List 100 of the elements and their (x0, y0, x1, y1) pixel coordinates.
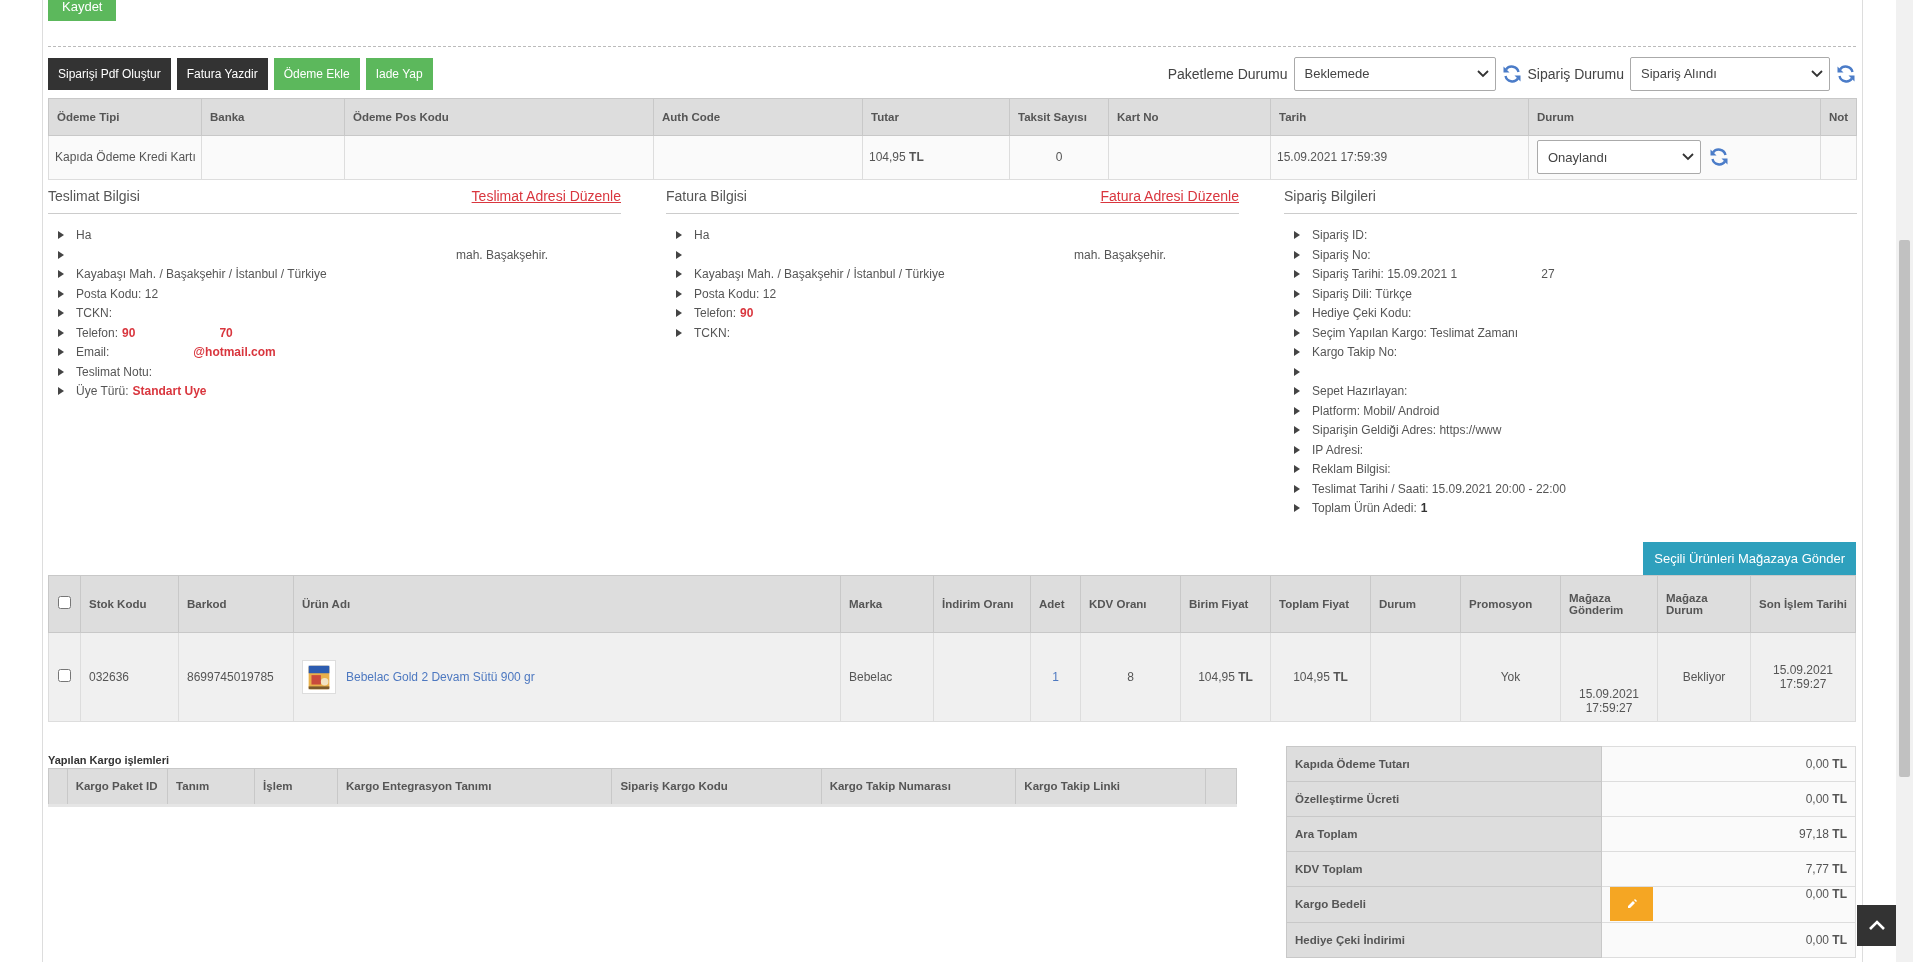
action-button[interactable]: Iade Yap (365, 57, 433, 90)
column-header: Banka (201, 98, 345, 135)
send-to-store-button[interactable]: Seçili Ürünleri Mağazaya Gönder (1643, 541, 1856, 575)
info-value: 1 (1420, 501, 1428, 516)
column-header: Auth Code (653, 98, 863, 135)
column-header: Taksit Sayısı (1009, 98, 1109, 135)
status-dropdown[interactable]: Onaylandı (1537, 140, 1701, 174)
info-value: 70 (219, 325, 233, 340)
info-text: IP Adresi: (1312, 442, 1364, 457)
scrollbar[interactable] (1896, 0, 1913, 962)
column-header: Son İşlem Tarihi (1750, 575, 1856, 632)
info-text: Posta Kodu: 12 (694, 286, 777, 301)
column-header: Durum (1370, 575, 1461, 632)
info-text: TCKN: (76, 306, 112, 321)
refresh-icon[interactable] (1836, 63, 1856, 84)
table-cell: Bekliyor (1657, 632, 1751, 721)
caret-icon (1294, 309, 1300, 318)
action-button[interactable]: Fatura Yazdir (176, 57, 268, 90)
caret-icon (58, 348, 64, 357)
caret-icon (58, 270, 64, 279)
info-text: Hediye Çeki Kodu: (1312, 306, 1412, 321)
column-header: Ürün Adı (293, 575, 841, 632)
table-cell: 0 (1009, 135, 1109, 179)
info-text: Sipariş ID: (1312, 228, 1368, 243)
info-text: Sepet Hazırlayan: (1312, 384, 1408, 399)
summary-value: 7,77 TL (1805, 861, 1847, 876)
chevron-down-icon (1476, 69, 1489, 78)
info-text: Toplam Ürün Adedi: (1312, 501, 1417, 516)
field-label: Paketleme Durumu (1167, 65, 1288, 82)
section-title: Sipariş Bilgileri (1284, 188, 1376, 204)
summary-value: 0,00 TL (1805, 932, 1847, 947)
chevron-down-icon (1682, 153, 1694, 161)
summary-value: 97,18 TL (1798, 826, 1847, 841)
info-text: Sipariş Tarihi: 15.09.2021 1 (1312, 267, 1458, 282)
caret-icon (676, 270, 682, 279)
save-button[interactable]: Kaydet (48, 0, 117, 21)
table-cell: 8 (1080, 632, 1181, 721)
info-text: Posta Kodu: 12 (76, 286, 159, 301)
quantity-link[interactable]: 1 (1052, 669, 1059, 684)
pencil-icon (1626, 899, 1637, 909)
caret-icon (1294, 504, 1300, 513)
section-title: Teslimat Bilgisi (48, 188, 140, 204)
section-title: Yapılan Kargo işlemleri (48, 753, 171, 766)
checkbox[interactable] (58, 668, 71, 682)
caret-icon (1294, 328, 1300, 337)
column-header: Kargo Takip Numarası (821, 768, 1016, 805)
caret-icon (1294, 348, 1300, 357)
column-header: Mağaza Gönderim (1560, 575, 1658, 632)
info-text: Ha (694, 228, 710, 243)
caret-icon (676, 309, 682, 318)
refresh-icon[interactable] (1501, 63, 1522, 84)
summary-label: Özelleştirme Ücreti (1286, 781, 1602, 816)
table-cell: 15.09.2021 17:59:39 (1270, 135, 1529, 179)
section-title: Fatura Bilgisi (666, 188, 747, 204)
caret-icon (1294, 406, 1300, 415)
table-cell: Yok (1460, 632, 1561, 721)
info-text: Kargo Takip No: (1312, 345, 1398, 360)
summary-label: Kapıda Ödeme Tutarı (1286, 746, 1602, 781)
column-header: Toplam Fiyat (1270, 575, 1371, 632)
info-value: @hotmail.com (193, 345, 276, 360)
column-header: Barkod (178, 575, 294, 632)
caret-icon (1294, 270, 1300, 279)
refresh-icon[interactable] (1709, 147, 1729, 167)
caret-icon (1294, 289, 1300, 298)
edit-address-link[interactable]: Teslimat Adresi Düzenle (471, 188, 621, 204)
column-header: İşlem (254, 768, 338, 805)
column-header: Not (1820, 98, 1857, 135)
caret-icon (1294, 484, 1300, 493)
table-cell: 15.09.2021 17:59:27 (1750, 632, 1856, 721)
chevron-up-icon (1867, 920, 1886, 931)
action-button[interactable]: Ödeme Ekle (273, 57, 360, 90)
caret-icon (58, 387, 64, 396)
scroll-to-top-button[interactable] (1857, 905, 1896, 946)
caret-icon (58, 328, 64, 337)
edit-address-link[interactable]: Fatura Adresi Düzenle (1100, 188, 1239, 204)
caret-icon (58, 289, 64, 298)
table-cell: 15.09.2021 17:59:27 (1560, 632, 1658, 721)
status-dropdown[interactable]: Beklemede (1293, 56, 1496, 91)
column-header: Tanım (167, 768, 255, 805)
column-header: İndirim Oranı (933, 575, 1031, 632)
column-header: Ödeme Tipi (48, 98, 202, 135)
info-text: Reklam Bilgisi: (1312, 462, 1391, 477)
info-text: Teslimat Notu: (76, 364, 153, 379)
table-cell: 104,95 TL (1270, 632, 1371, 721)
caret-icon (1294, 367, 1300, 376)
column-header: Kart No (1108, 98, 1271, 135)
info-text: Seçim Yapılan Kargo: Teslimat Zamanı (1312, 325, 1519, 340)
chevron-down-icon (1811, 69, 1823, 78)
info-text: Siparişin Geldiği Adres: https://www (1312, 423, 1502, 438)
info-text: Telefon: (76, 325, 119, 340)
product-link[interactable]: Bebelac Gold 2 Devam Sütü 900 gr (346, 669, 535, 684)
caret-icon (1294, 387, 1300, 396)
checkbox[interactable] (58, 596, 71, 609)
status-dropdown[interactable]: Sipariş Alındı (1630, 56, 1830, 91)
caret-icon (676, 250, 682, 259)
info-text: TCKN: (694, 325, 730, 340)
column-header: Marka (840, 575, 934, 632)
column-header: Kargo Takip Linki (1015, 768, 1206, 805)
action-button[interactable]: Siparişi Pdf Oluştur (48, 57, 171, 90)
table-cell: 032636 (80, 632, 179, 721)
